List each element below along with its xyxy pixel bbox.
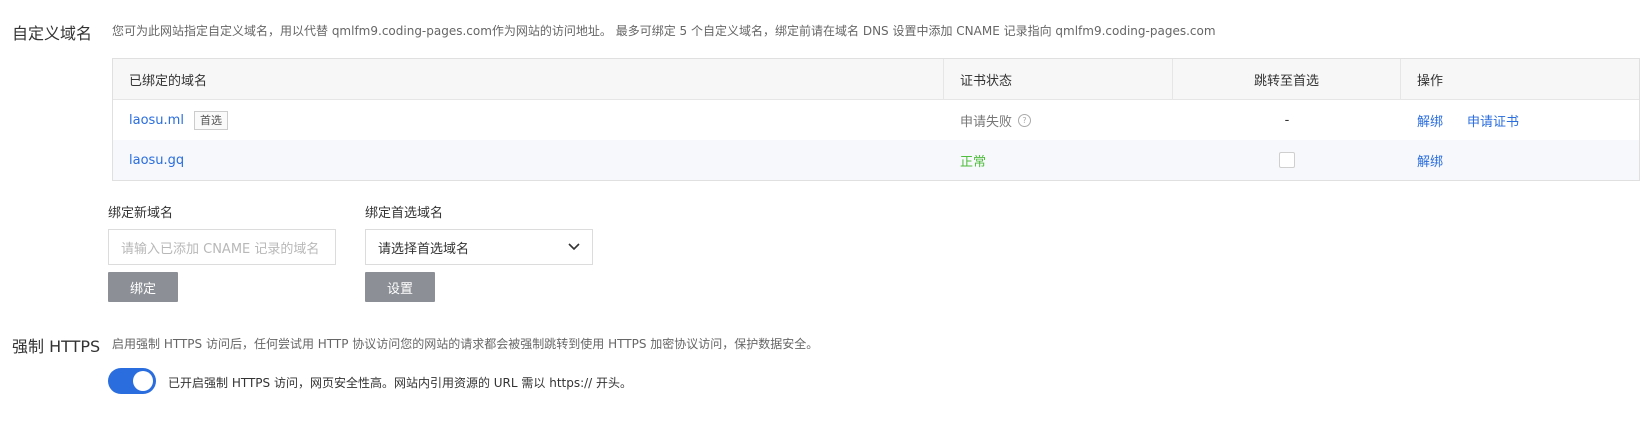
toggle-knob	[133, 371, 153, 391]
table-row: laosu.gq 正常 解绑	[113, 140, 1639, 180]
table-row: laosu.ml 首选 申请失败 ? - 解绑 申请证书	[113, 100, 1639, 140]
preferred-domain-value: 请选择首选域名	[378, 241, 470, 257]
custom-domain-description: 您可为此网站指定自定义域名，用以代替 qmlfm9.coding-pages.c…	[112, 24, 1216, 38]
cert-status-text: 申请失败	[960, 114, 1013, 130]
header-actions: 操作	[1417, 73, 1444, 89]
force-https-status-text: 已开启强制 HTTPS 访问，网页安全性高。网站内引用资源的 URL 需以 ht…	[168, 376, 633, 390]
domain-link[interactable]: laosu.gq	[129, 153, 184, 168]
chevron-down-icon	[568, 243, 580, 251]
preferred-badge: 首选	[193, 110, 228, 130]
domain-table: 已绑定的域名 证书状态 跳转至首选 操作 laosu.ml 首选 申请失败 ? …	[112, 58, 1640, 181]
redirect-checkbox[interactable]	[1279, 152, 1295, 168]
bind-button[interactable]: 绑定	[108, 272, 178, 302]
help-icon[interactable]: ?	[1018, 113, 1032, 127]
header-redirect: 跳转至首选	[1173, 59, 1401, 99]
domain-link[interactable]: laosu.ml	[129, 113, 184, 128]
table-header: 已绑定的域名 证书状态 跳转至首选 操作	[113, 59, 1639, 100]
bind-domain-label: 绑定新域名	[108, 206, 174, 221]
set-preferred-button[interactable]: 设置	[365, 272, 435, 302]
preferred-domain-label: 绑定首选域名	[365, 206, 444, 221]
header-domain: 已绑定的域名	[113, 59, 944, 99]
bind-domain-placeholder: 请输入已添加 CNAME 记录的域名	[121, 241, 320, 257]
https-description: 启用强制 HTTPS 访问后，任何尝试用 HTTP 协议访问您的网站的请求都会被…	[112, 337, 819, 351]
unbind-button[interactable]: 解绑	[1417, 151, 1443, 170]
redirect-value: -	[1284, 112, 1290, 128]
https-title: 强制 HTTPS	[12, 337, 101, 356]
bind-domain-input[interactable]: 请输入已添加 CNAME 记录的域名	[108, 229, 336, 265]
header-cert-status: 证书状态	[944, 59, 1173, 99]
unbind-button[interactable]: 解绑	[1417, 111, 1443, 130]
force-https-toggle[interactable]	[108, 368, 156, 394]
preferred-domain-select[interactable]: 请选择首选域名	[365, 229, 593, 265]
custom-domain-title: 自定义域名	[12, 24, 93, 43]
apply-cert-button[interactable]: 申请证书	[1467, 111, 1519, 130]
cert-status-text: 正常	[960, 154, 987, 170]
